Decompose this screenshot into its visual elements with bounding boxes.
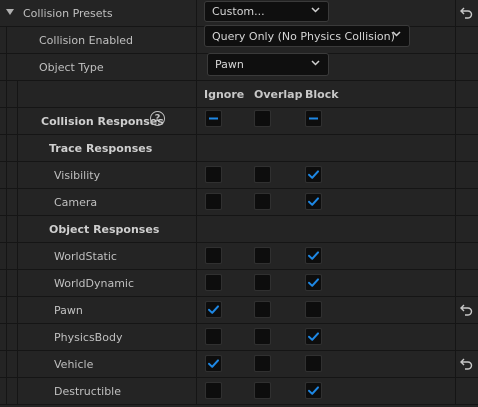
ignore-checkbox[interactable] xyxy=(205,166,222,183)
object-response-row: WorldStatic xyxy=(0,243,478,270)
block-checkbox[interactable] xyxy=(305,247,322,264)
ignore-checkbox[interactable] xyxy=(205,193,222,210)
ignore-column-header: Ignore xyxy=(204,88,245,101)
help-icon[interactable]: ? xyxy=(150,111,165,126)
trace-response-row: Camera xyxy=(0,189,478,216)
reset-to-default-icon[interactable] xyxy=(460,303,473,316)
overlap-checkbox[interactable] xyxy=(254,247,271,264)
object-response-row: Vehicle xyxy=(0,351,478,378)
object-response-row: WorldDynamic xyxy=(0,270,478,297)
ignore-checkbox[interactable] xyxy=(205,274,222,291)
trace-responses-label: Trace Responses xyxy=(49,141,153,155)
ignore-checkbox[interactable] xyxy=(205,247,222,264)
reset-to-default-icon[interactable] xyxy=(460,6,473,19)
object-type-row: Object Type Pawn xyxy=(0,53,478,81)
block-checkbox[interactable] xyxy=(305,274,322,291)
overlap-checkbox[interactable] xyxy=(254,301,271,318)
object-type-value: Pawn xyxy=(215,58,244,71)
block-checkbox[interactable] xyxy=(305,328,322,345)
reset-to-default-icon[interactable] xyxy=(460,357,473,370)
collapse-arrow-icon[interactable] xyxy=(6,9,14,15)
overlap-checkbox[interactable] xyxy=(254,382,271,399)
object-response-row: Pawn xyxy=(0,297,478,324)
collision-enabled-row: Collision Enabled Query Only (No Physics… xyxy=(0,25,478,54)
block-checkbox[interactable] xyxy=(305,355,322,372)
chevron-down-icon xyxy=(311,6,320,13)
response-label: WorldStatic xyxy=(54,249,117,263)
checkmark-icon xyxy=(308,386,319,395)
overlap-checkbox[interactable] xyxy=(254,328,271,345)
object-responses-label: Object Responses xyxy=(49,222,160,236)
response-label: WorldDynamic xyxy=(54,276,135,290)
checkmark-icon xyxy=(308,332,319,341)
checkmark-icon xyxy=(308,278,319,287)
trace-response-row: Visibility xyxy=(0,162,478,189)
response-label: Vehicle xyxy=(54,357,94,371)
response-label: PhysicsBody xyxy=(54,330,123,344)
overlap-column-header: Overlap xyxy=(254,88,303,101)
collision-responses-overlap-checkbox[interactable] xyxy=(254,110,271,127)
ignore-checkbox[interactable] xyxy=(205,355,222,372)
response-label: Pawn xyxy=(54,303,83,317)
object-type-dropdown[interactable]: Pawn xyxy=(207,53,329,76)
overlap-checkbox[interactable] xyxy=(254,355,271,372)
checkmark-icon xyxy=(308,251,319,260)
block-checkbox[interactable] xyxy=(305,382,322,399)
collision-presets-dropdown[interactable]: Custom... xyxy=(204,1,329,22)
chevron-down-icon xyxy=(392,31,401,37)
checkmark-icon xyxy=(208,305,219,314)
ignore-checkbox[interactable] xyxy=(205,328,222,345)
block-checkbox[interactable] xyxy=(305,301,322,318)
collision-presets-row: Collision Presets Custom... xyxy=(0,0,478,27)
block-column-header: Block xyxy=(305,88,339,101)
collision-enabled-dropdown[interactable]: Query Only (No Physics Collision) xyxy=(204,25,410,47)
block-checkbox[interactable] xyxy=(305,193,322,210)
checkmark-icon xyxy=(308,197,319,206)
collision-responses-ignore-checkbox[interactable] xyxy=(205,110,222,127)
collision-presets-value: Custom... xyxy=(212,5,265,18)
collision-presets-label: Collision Presets xyxy=(23,6,113,20)
column-header-row: Ignore Overlap Block xyxy=(0,81,478,108)
ignore-checkbox[interactable] xyxy=(205,382,222,399)
collision-responses-block-checkbox[interactable] xyxy=(305,110,322,127)
response-label: Camera xyxy=(54,195,98,209)
object-response-row: Destructible xyxy=(0,378,478,405)
overlap-checkbox[interactable] xyxy=(254,166,271,183)
object-responses-header-row: Object Responses xyxy=(0,216,478,243)
collision-enabled-value: Query Only (No Physics Collision) xyxy=(212,29,395,43)
response-label: Visibility xyxy=(54,168,101,182)
collision-responses-label: Collision Responses xyxy=(41,114,164,128)
indeterminate-icon xyxy=(309,117,318,120)
indeterminate-icon xyxy=(209,117,218,120)
trace-responses-header-row: Trace Responses xyxy=(0,135,478,162)
object-type-label: Object Type xyxy=(39,60,104,74)
response-label: Destructible xyxy=(54,384,121,398)
block-checkbox[interactable] xyxy=(305,166,322,183)
ignore-checkbox[interactable] xyxy=(205,301,222,318)
overlap-checkbox[interactable] xyxy=(254,193,271,210)
overlap-checkbox[interactable] xyxy=(254,274,271,291)
collision-enabled-label: Collision Enabled xyxy=(39,33,134,47)
chevron-down-icon xyxy=(311,59,320,66)
checkmark-icon xyxy=(308,170,319,179)
object-response-row: PhysicsBody xyxy=(0,324,478,351)
checkmark-icon xyxy=(208,359,219,368)
collision-panel: Collision Presets Custom... Collision En… xyxy=(0,0,478,407)
collision-responses-row: Collision Responses ? xyxy=(0,108,478,135)
